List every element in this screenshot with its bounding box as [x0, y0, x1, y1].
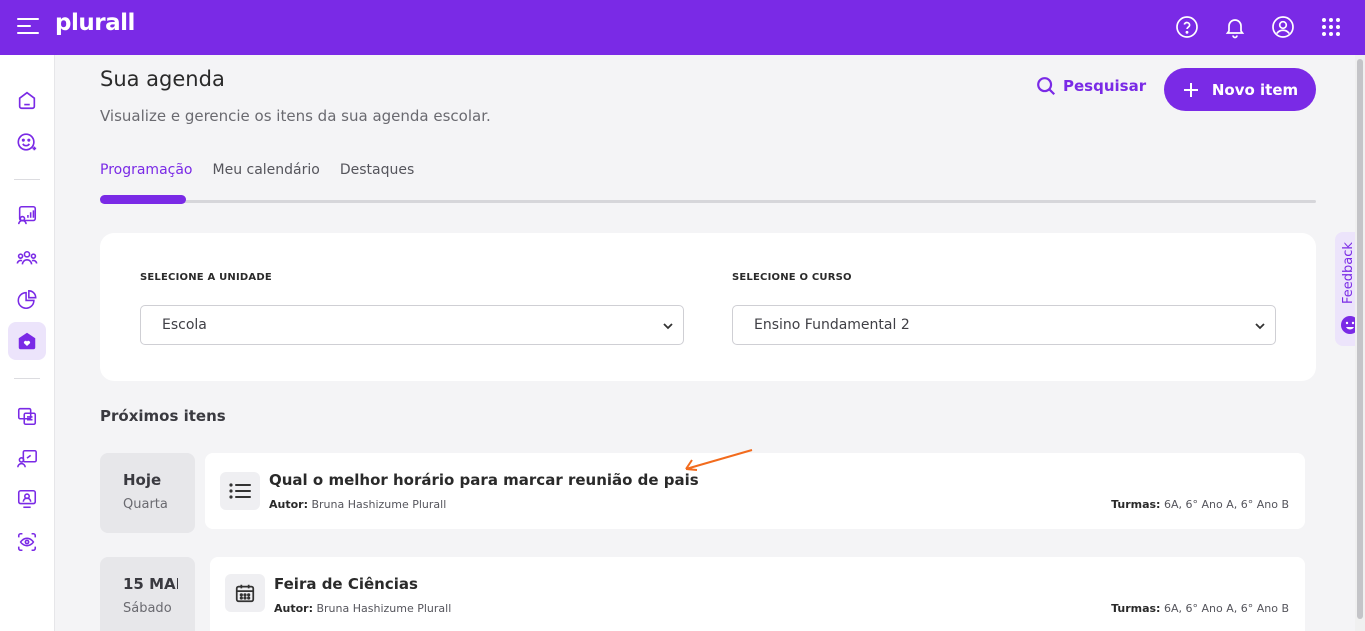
sidebar-item-reports[interactable]	[8, 196, 46, 234]
report-user-icon	[17, 205, 37, 225]
annotation-arrow-icon	[685, 449, 753, 471]
item-author: Autor: Bruna Hashizume Plurall	[269, 498, 447, 511]
main-content: Sua agenda Visualize e gerencie os itens…	[55, 55, 1355, 631]
calendar-icon	[225, 574, 265, 612]
sidebar-item-users[interactable]	[8, 239, 46, 277]
sidebar-item-monitoring[interactable]	[8, 523, 46, 561]
list-icon	[220, 472, 260, 510]
agenda-item-card[interactable]: Feira de Ciências Autor: Bruna Hashizume…	[210, 557, 1305, 631]
sidebar-item-agenda[interactable]	[8, 322, 46, 360]
plurall-logo[interactable]: plurall	[55, 10, 135, 36]
tab-track	[100, 200, 1316, 203]
sidebar-item-classes[interactable]	[8, 440, 46, 478]
book-screen-icon	[17, 407, 37, 426]
face-sparkle-icon	[17, 133, 37, 151]
date-box: Hoje Quarta	[100, 453, 195, 533]
item-turmas: Turmas: 6A, 6° Ano A, 6° Ano B	[1111, 602, 1289, 615]
item-author: Autor: Bruna Hashizume Plurall	[274, 602, 452, 615]
agenda-heart-icon	[18, 332, 36, 350]
course-label: SELECIONE O CURSO	[732, 272, 852, 283]
search-button[interactable]: Pesquisar	[1035, 75, 1146, 97]
sidebar-item-analytics[interactable]	[8, 281, 46, 319]
scrollbar-thumb[interactable]	[1357, 59, 1363, 619]
scrollbar[interactable]	[1355, 55, 1365, 631]
menu-icon[interactable]	[17, 18, 39, 36]
date-weekday: Quarta	[123, 497, 168, 512]
unit-select-value: Escola	[162, 317, 207, 333]
sidebar-item-content[interactable]	[8, 397, 46, 435]
tab-destaques[interactable]: Destaques	[340, 162, 414, 178]
date-main: Hoje	[123, 471, 162, 489]
pie-chart-icon	[17, 290, 37, 309]
tabs: Programação Meu calendário Destaques	[100, 162, 414, 178]
upcoming-section-title: Próximos itens	[100, 407, 226, 425]
eye-frame-icon	[17, 532, 37, 552]
course-select[interactable]: Ensino Fundamental 2	[732, 305, 1276, 345]
unit-select[interactable]: Escola	[140, 305, 684, 345]
sidebar-divider	[14, 179, 40, 180]
page-subtitle: Visualize e gerencie os itens da sua age…	[100, 107, 491, 125]
tab-meu-calendario[interactable]: Meu calendário	[213, 162, 320, 178]
teacher-board-icon	[17, 449, 37, 468]
search-icon	[1037, 77, 1056, 96]
date-weekday: Sábado	[123, 601, 172, 616]
plus-icon	[1183, 82, 1198, 97]
course-select-value: Ensino Fundamental 2	[754, 317, 910, 333]
chevron-down-icon	[663, 323, 673, 330]
help-icon[interactable]	[1173, 13, 1201, 41]
feedback-label: Feedback	[1341, 242, 1356, 304]
item-title: Qual o melhor horário para marcar reuniã…	[269, 471, 699, 489]
item-title: Feira de Ciências	[274, 575, 418, 593]
bell-icon[interactable]	[1221, 13, 1249, 41]
top-bar: plurall	[0, 0, 1365, 55]
new-item-button[interactable]: Novo item	[1164, 68, 1316, 111]
date-box: 15 MAR Sábado	[100, 557, 195, 631]
item-turmas: Turmas: 6A, 6° Ano A, 6° Ano B	[1111, 498, 1289, 511]
tab-active-indicator	[100, 195, 186, 204]
chevron-down-icon	[1255, 323, 1265, 330]
monitor-user-icon	[17, 489, 37, 509]
tab-programacao[interactable]: Programação	[100, 162, 193, 178]
sidebar-item-assistant[interactable]	[8, 123, 46, 161]
sidebar-item-home[interactable]	[8, 81, 46, 119]
search-button-label: Pesquisar	[1063, 77, 1147, 95]
home-icon	[18, 91, 36, 110]
date-main: 15 MAR	[123, 575, 178, 593]
user-icon[interactable]	[1269, 13, 1297, 41]
page-title: Sua agenda	[100, 67, 225, 91]
new-item-label: Novo item	[1211, 80, 1299, 99]
sidebar	[0, 55, 55, 631]
redacted-text	[210, 319, 411, 331]
unit-label: SELECIONE A UNIDADE	[140, 272, 272, 283]
sidebar-divider	[14, 378, 40, 379]
users-group-icon	[16, 250, 38, 265]
sidebar-item-online[interactable]	[8, 480, 46, 518]
apps-grid-icon[interactable]	[1317, 13, 1345, 41]
filter-card: SELECIONE A UNIDADE Escola SELECIONE O C…	[100, 233, 1316, 381]
